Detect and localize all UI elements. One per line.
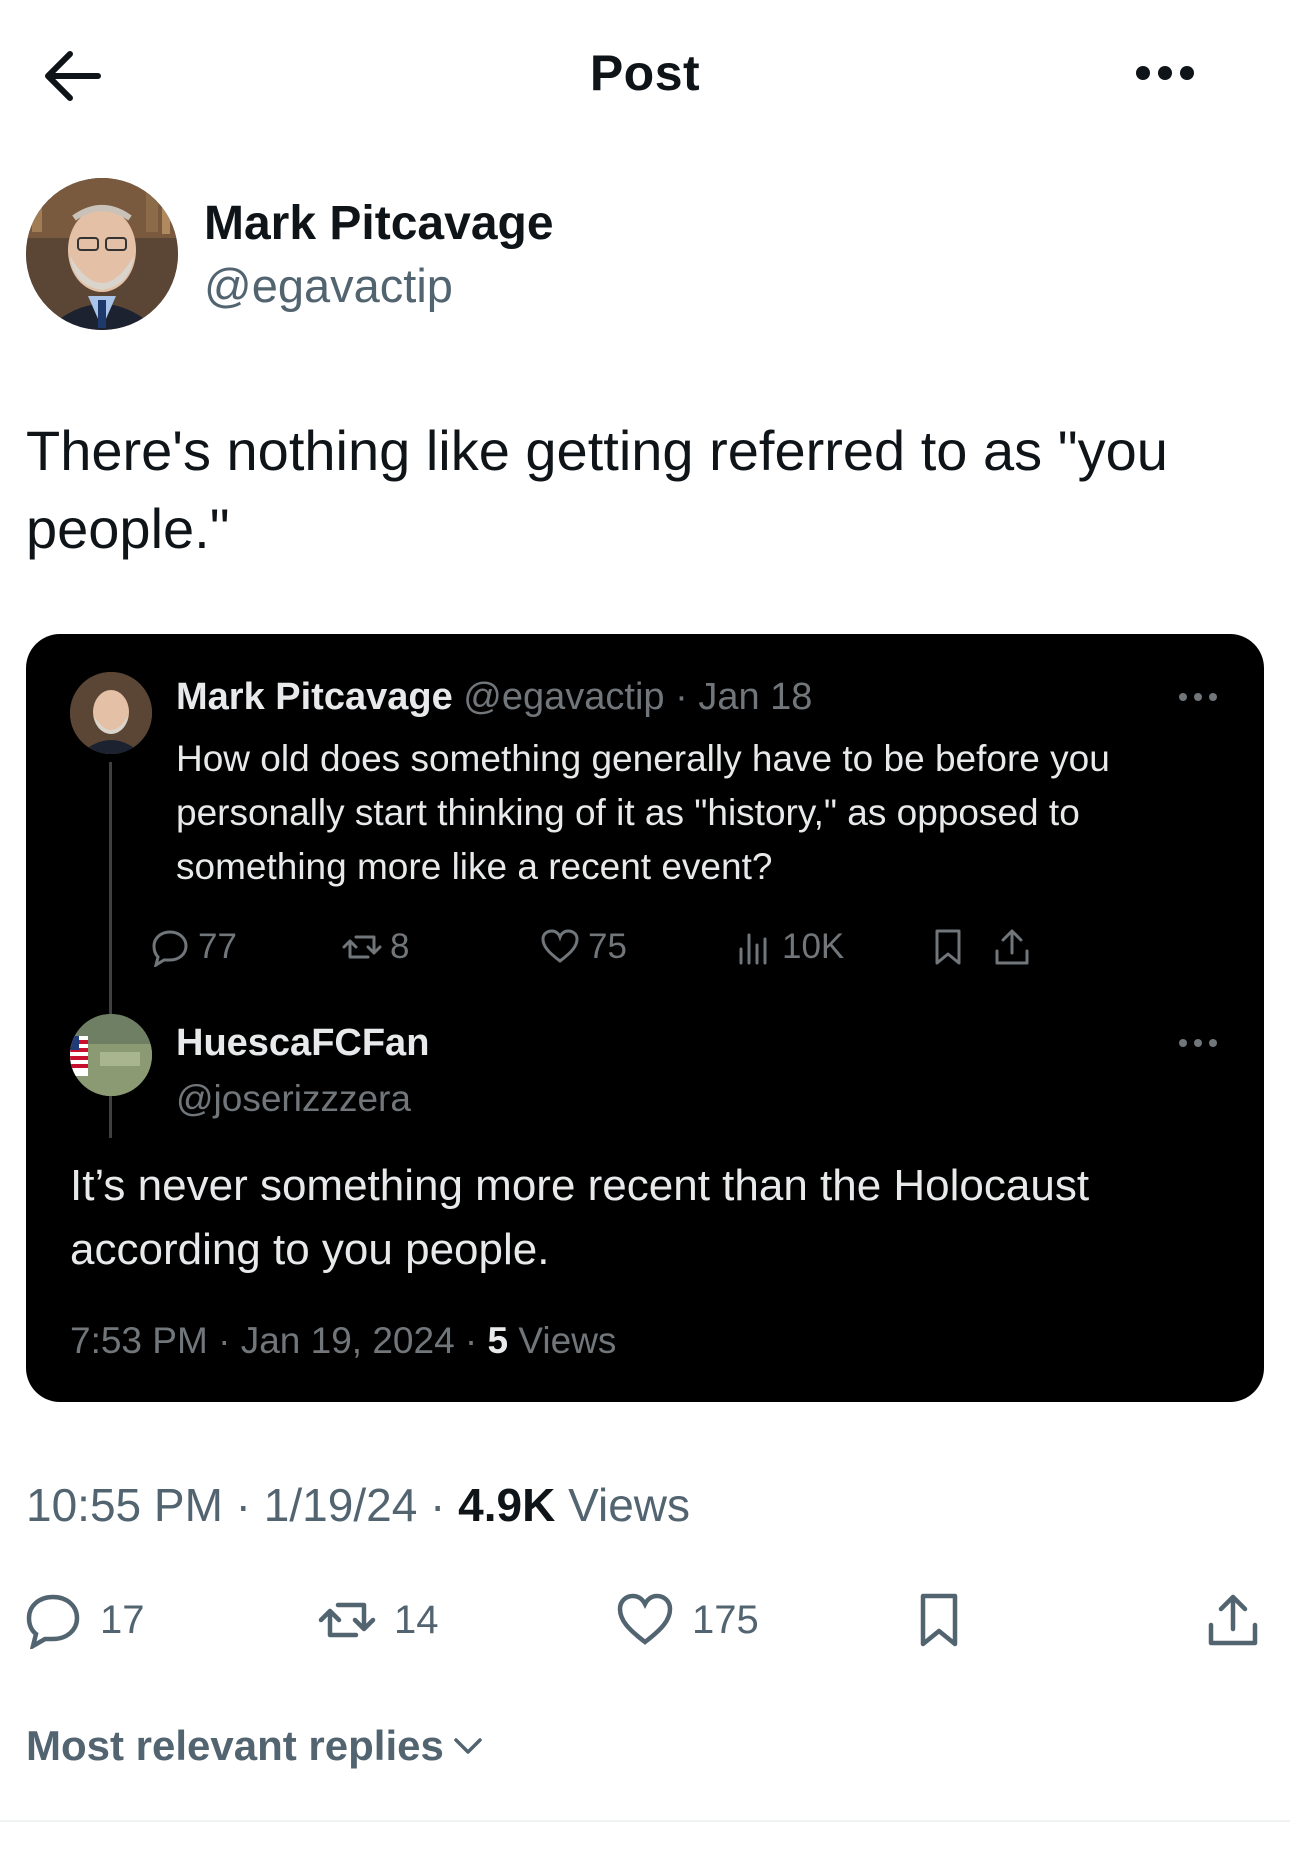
embedded-reply-count: 77: [198, 927, 237, 966]
replies-sort-dropdown[interactable]: Most relevant replies: [26, 1722, 486, 1770]
heart-icon: [617, 1593, 673, 1645]
reply-views-count: 5: [487, 1320, 509, 1361]
bookmark-icon: [920, 1593, 958, 1647]
repost-count: 14: [394, 1597, 439, 1642]
reply-date: Jan 19, 2024: [240, 1320, 455, 1361]
embedded-separator: ·: [675, 676, 688, 718]
reply-icon: [26, 1594, 80, 1649]
embedded-author-handle: @egavactip: [463, 676, 665, 718]
repost-icon: [318, 1602, 376, 1638]
embedded-reply-stat: 77: [150, 922, 237, 972]
share-icon: [1208, 1594, 1258, 1646]
replies-sort-label: Most relevant replies: [26, 1722, 444, 1769]
reply-more-icon: [1176, 1036, 1220, 1055]
embedded-like-stat: 75: [540, 922, 627, 972]
embedded-repost-stat: 8: [342, 922, 409, 972]
embedded-original-text: How old does something generally have to…: [176, 738, 1110, 887]
embedded-like-count: 75: [588, 927, 627, 966]
reply-icon: [152, 930, 188, 967]
more-options-icon[interactable]: [1130, 60, 1200, 86]
post-timestamp: 10:55 PM · 1/19/24 · 4.9K Views: [26, 1479, 690, 1531]
author-handle[interactable]: @egavactip: [204, 258, 453, 313]
chevron-down-icon: [454, 1738, 482, 1754]
reply-button[interactable]: 17: [24, 1588, 145, 1652]
embedded-original-header: Mark Pitcavage @egavactip · Jan 18: [176, 676, 812, 719]
like-count: 175: [692, 1597, 759, 1642]
embedded-views-count: 10K: [782, 927, 845, 966]
embedded-screenshot[interactable]: Mark Pitcavage @egavactip · Jan 18 How o…: [26, 634, 1264, 1402]
reply-views-label: Views: [518, 1320, 617, 1361]
bookmark-button[interactable]: [910, 1588, 986, 1652]
author-name[interactable]: Mark Pitcavage: [204, 196, 554, 251]
reply-author-name: HuescaFCFan: [176, 1022, 430, 1064]
embedded-author-avatar: [70, 672, 152, 754]
embedded-share-icon: [992, 922, 1040, 972]
embedded-bookmark-icon: [928, 922, 976, 972]
divider: [0, 1820, 1290, 1822]
embedded-date: Jan 18: [698, 676, 813, 718]
embedded-repost-count: 8: [390, 927, 410, 966]
analytics-icon: [739, 933, 767, 965]
reply-text: It’s never something more recent than th…: [70, 1161, 1090, 1274]
post-date: 1/19/24: [263, 1479, 418, 1531]
like-button[interactable]: 175: [616, 1588, 759, 1652]
repost-icon: [342, 935, 382, 959]
embedded-views-stat: 10K: [734, 922, 844, 972]
post-time: 10:55 PM: [26, 1479, 223, 1531]
share-button[interactable]: [1204, 1588, 1280, 1652]
reply-timestamp: 7:53 PM · Jan 19, 2024 · 5 Views: [70, 1320, 617, 1361]
post-views-count[interactable]: 4.9K: [458, 1479, 555, 1531]
heart-icon: [541, 929, 579, 963]
embedded-more-icon: [1176, 690, 1220, 709]
embedded-author-name: Mark Pitcavage: [176, 676, 453, 718]
reply-time: 7:53 PM: [70, 1320, 208, 1361]
page-title: Post: [589, 45, 701, 101]
repost-button[interactable]: 14: [318, 1588, 439, 1652]
reply-author-avatar: [70, 1014, 152, 1096]
post-text: There's nothing like getting referred to…: [26, 419, 1168, 560]
reply-count: 17: [100, 1597, 145, 1642]
author-avatar[interactable]: [26, 178, 178, 330]
reply-author-handle: @joserizzzera: [176, 1078, 411, 1119]
post-views-label: Views: [568, 1479, 690, 1531]
